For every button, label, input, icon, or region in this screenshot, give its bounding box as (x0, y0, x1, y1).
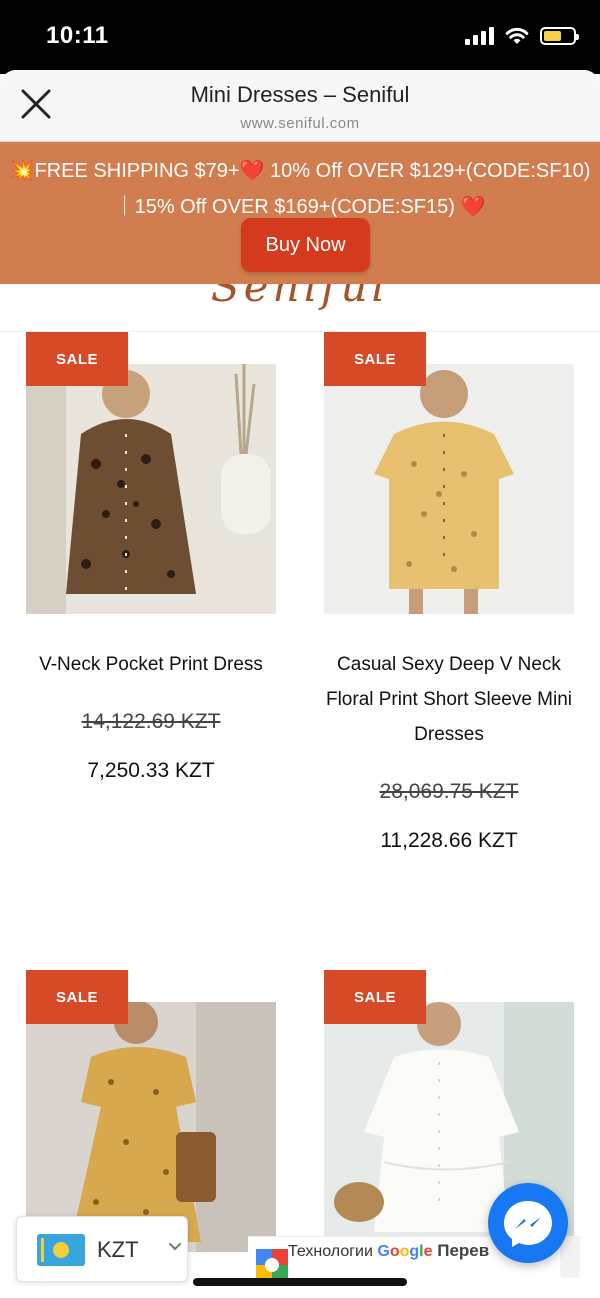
product-old-price: 28,069.75 KZT (379, 780, 519, 803)
promo-line-1: 💥FREE SHIPPING $79+❤️ 10% Off OVER $129+… (9, 160, 591, 182)
product-card[interactable]: SALE V-Neck Pocket Print Dress 14,122.69… (26, 332, 276, 812)
cellular-signal-icon (465, 27, 494, 45)
explosion-icon: 💥 (9, 160, 35, 182)
heart-icon: ❤️ (460, 196, 486, 218)
kazakhstan-flag-icon (37, 1234, 85, 1266)
chevron-down-icon (169, 1243, 181, 1251)
site-logo[interactable]: Seniful (0, 284, 600, 332)
browser-header: Mini Dresses – Seniful www.seniful.com (0, 70, 600, 142)
status-icons (465, 26, 579, 46)
product-name[interactable]: Casual Sexy Deep V Neck Floral Print Sho… (314, 647, 584, 752)
product-image[interactable] (26, 364, 276, 614)
promo-line-2: ｜15% Off OVER $169+(CODE:SF15) ❤️ (114, 196, 486, 218)
google-translate-icon (256, 1249, 288, 1281)
product-image[interactable] (324, 364, 574, 614)
product-price: 11,228.66 KZT (380, 829, 518, 852)
product-card[interactable]: SALE Casual Sexy Deep V Neck Floral Prin… (324, 332, 574, 872)
battery-icon (540, 27, 579, 45)
status-time: 10:11 (46, 22, 109, 49)
page-title: Mini Dresses – Seniful (190, 82, 410, 107)
messenger-chat-button[interactable] (488, 1183, 568, 1263)
product-name[interactable]: V-Neck Pocket Print Dress (16, 647, 286, 682)
heart-icon: ❤️ (239, 160, 265, 182)
product-price: 7,250.33 KZT (87, 759, 215, 782)
status-bar: 10:11 (0, 0, 600, 74)
page-url: www.seniful.com (240, 115, 360, 132)
sale-badge: SALE (324, 332, 426, 386)
buy-now-button[interactable]: Buy Now (241, 218, 370, 272)
home-indicator (193, 1278, 407, 1286)
google-wordmark: Google (377, 1243, 433, 1260)
sale-badge: SALE (26, 970, 128, 1024)
currency-selector[interactable]: KZT (16, 1216, 188, 1282)
product-old-price: 14,122.69 KZT (81, 710, 221, 733)
messenger-icon (504, 1201, 552, 1247)
wifi-icon (505, 27, 529, 44)
sale-badge: SALE (324, 970, 426, 1024)
sale-badge: SALE (26, 332, 128, 386)
currency-code: KZT (97, 1237, 139, 1262)
product-image[interactable] (26, 1002, 276, 1252)
